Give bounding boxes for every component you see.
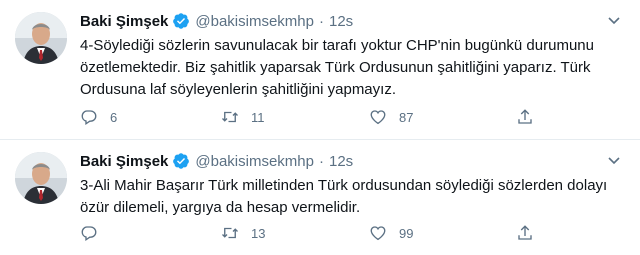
avatar[interactable] [15, 12, 67, 64]
tweet-header: Baki Şimşek @bakisimsekmhp · 12s [80, 10, 626, 32]
tweet[interactable]: Baki Şimşek @bakisimsekmhp · 12s 3-Ali M… [0, 140, 640, 255]
verified-badge-icon [172, 12, 190, 30]
tweet-content: Baki Şimşek @bakisimsekmhp · 12s 4-Söyle… [80, 10, 626, 126]
tweet-content: Baki Şimşek @bakisimsekmhp · 12s 3-Ali M… [80, 150, 626, 242]
tweet-feed: Baki Şimşek @bakisimsekmhp · 12s 4-Söyle… [0, 0, 640, 255]
author-handle[interactable]: @bakisimsekmhp [195, 13, 314, 30]
like-button[interactable]: 87 [369, 108, 413, 126]
tweet-header: Baki Şimşek @bakisimsekmhp · 12s [80, 150, 626, 172]
avatar[interactable] [15, 152, 67, 204]
reply-count: 6 [110, 109, 118, 125]
like-count: 99 [399, 225, 414, 241]
share-icon [516, 108, 534, 126]
author-handle[interactable]: @bakisimsekmhp [195, 153, 314, 170]
share-icon [516, 224, 534, 242]
tweet-timestamp[interactable]: 12s [329, 153, 353, 170]
tweet-text: 3-Ali Mahir Başarır Türk milletinden Tür… [80, 177, 608, 216]
retweet-count: 11 [251, 109, 265, 125]
reply-icon [80, 108, 98, 126]
heart-icon [369, 108, 387, 126]
retweet-button[interactable]: 13 [221, 224, 265, 242]
like-count: 87 [399, 109, 414, 125]
tweet-actions: 13 99 [80, 223, 540, 243]
reply-button[interactable] [80, 224, 110, 242]
author-name[interactable]: Baki Şimşek [80, 13, 168, 30]
like-button[interactable]: 99 [369, 224, 413, 242]
reply-button[interactable]: 6 [80, 108, 117, 126]
tweet-actions: 6 11 87 [80, 107, 540, 127]
share-button[interactable] [516, 108, 534, 126]
separator-dot: · [318, 152, 324, 170]
retweet-button[interactable]: 11 [221, 108, 265, 126]
verified-badge-icon [172, 152, 190, 170]
retweet-icon [221, 224, 239, 242]
chevron-down-icon[interactable] [604, 152, 624, 170]
reply-icon [80, 224, 98, 242]
tweet-timestamp[interactable]: 12s [329, 13, 353, 30]
retweet-icon [221, 108, 239, 126]
tweet[interactable]: Baki Şimşek @bakisimsekmhp · 12s 4-Söyle… [0, 0, 640, 140]
heart-icon [369, 224, 387, 242]
retweet-count: 13 [251, 225, 266, 241]
separator-dot: · [318, 12, 324, 30]
author-name[interactable]: Baki Şimşek [80, 153, 168, 170]
chevron-down-icon[interactable] [604, 12, 624, 30]
share-button[interactable] [516, 224, 534, 242]
tweet-text: 4-Söylediği sözlerin savunulacak bir tar… [80, 37, 594, 98]
